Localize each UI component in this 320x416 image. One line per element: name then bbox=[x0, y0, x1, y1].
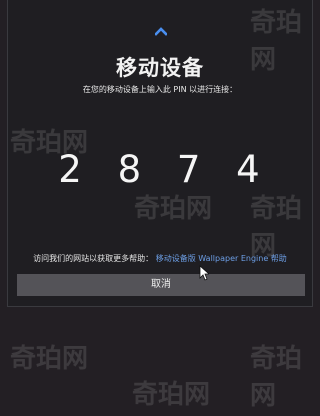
cancel-button[interactable]: 取消 bbox=[17, 274, 305, 296]
dialog-title: 移动设备 bbox=[116, 56, 204, 80]
help-text-row: 访问我们的网站以获取更多帮助： 移动设备版 Wallpaper Engine 帮… bbox=[8, 253, 312, 264]
watermark-text: 奇珀网 bbox=[10, 344, 89, 374]
help-prefix-text: 访问我们的网站以获取更多帮助： bbox=[33, 254, 154, 263]
watermark-text: 奇珀网 bbox=[132, 380, 211, 410]
chevron-up-icon[interactable] bbox=[155, 26, 167, 36]
mobile-device-pin-dialog: 移动设备 在您的移动设备上输入此 PIN 以进行连接： 2 8 7 4 访问我们… bbox=[7, 0, 313, 307]
app-screen: 移动设备 在您的移动设备上输入此 PIN 以进行连接： 2 8 7 4 访问我们… bbox=[0, 0, 320, 416]
pin-code: 2 8 7 4 bbox=[58, 148, 272, 191]
help-link[interactable]: 移动设备版 Wallpaper Engine 帮助 bbox=[156, 254, 287, 263]
mouse-cursor-icon bbox=[199, 265, 209, 281]
watermark-text: 奇珀网 bbox=[250, 344, 303, 411]
dialog-subtitle: 在您的移动设备上输入此 PIN 以进行连接： bbox=[82, 85, 238, 94]
